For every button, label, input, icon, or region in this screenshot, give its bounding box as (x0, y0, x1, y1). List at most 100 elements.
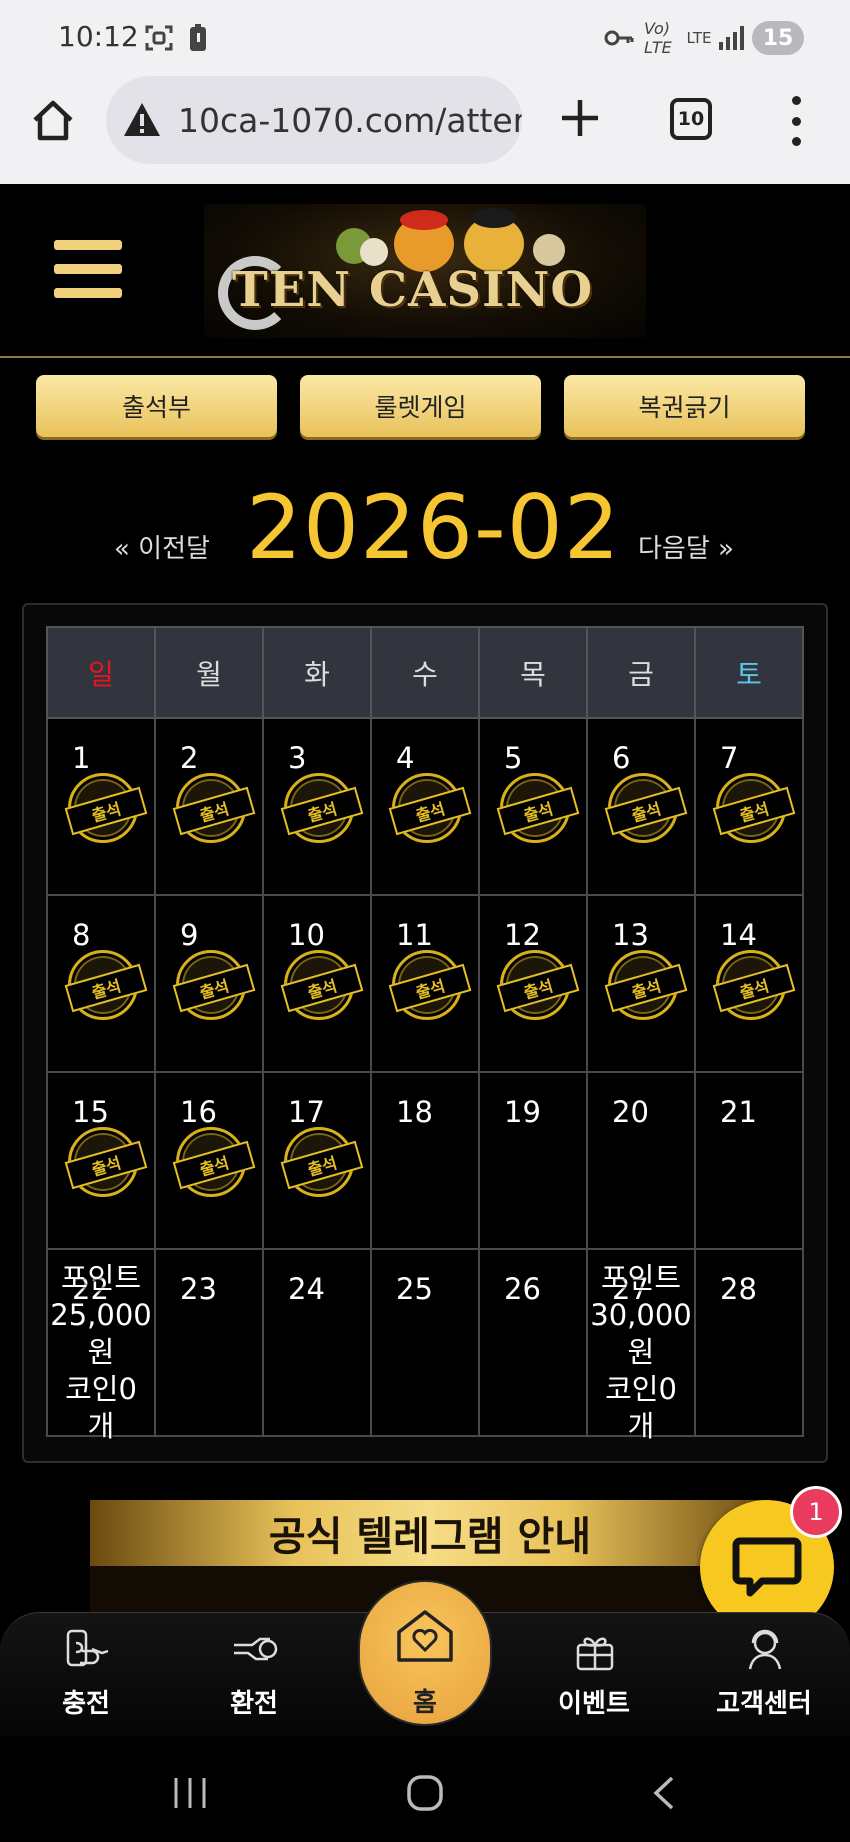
attendance-stamp-icon: 출석 (280, 950, 364, 1020)
day-number: 24 (288, 1272, 325, 1306)
calendar-day-cell[interactable]: 24 (262, 1248, 372, 1437)
attendance-stamp-icon: 출석 (712, 773, 796, 843)
month-title: 2026-02 (246, 476, 621, 579)
calendar-day-cell[interactable]: 27 포인트 30,000 원 코인0 개 (586, 1248, 696, 1443)
calendar-day-cell[interactable]: 17 출석 (262, 1071, 372, 1250)
weekday-header: 금 (586, 626, 696, 719)
battery-level-badge: 15 (752, 21, 804, 55)
calendar-day-cell[interactable]: 13 출석 (586, 894, 696, 1073)
calendar-day-cell[interactable]: 21 (694, 1071, 804, 1250)
hamburger-menu-icon[interactable] (54, 240, 122, 298)
calendar-day-cell[interactable]: 3 출석 (262, 717, 372, 896)
calendar-day-cell[interactable]: 18 (370, 1071, 480, 1250)
day-number: 19 (504, 1095, 541, 1129)
nav-support[interactable]: 고객센터 (704, 1613, 824, 1737)
calendar-day-cell[interactable]: 5 출석 (478, 717, 588, 896)
tab-roulette[interactable]: 룰렛게임 (300, 375, 541, 437)
calendar-day-cell[interactable]: 20 (586, 1071, 696, 1250)
back-button[interactable] (650, 1774, 678, 1812)
stamp-label: 출석 (172, 786, 256, 836)
nav-label: 고객센터 (716, 1689, 812, 1719)
back-chevron-icon (653, 1776, 674, 1810)
attendance-stamp-icon: 출석 (280, 1127, 364, 1197)
system-home-button[interactable] (406, 1774, 444, 1812)
calendar-day-cell[interactable]: 16 출석 (154, 1071, 264, 1250)
home-heart-icon (397, 1610, 453, 1662)
nav-withdraw[interactable]: 환전 (194, 1613, 314, 1737)
reward-line: 원 (627, 1335, 655, 1369)
tab-lottery[interactable]: 복권긁기 (564, 375, 805, 437)
key-icon (604, 24, 634, 52)
calendar-day-cell[interactable]: 23 (154, 1248, 264, 1437)
attendance-stamp-icon: 출석 (172, 950, 256, 1020)
tab-attendance[interactable]: 출석부 (36, 375, 277, 437)
home-icon (33, 100, 73, 141)
stamp-label: 출석 (496, 963, 580, 1013)
warning-icon (124, 103, 160, 136)
calendar-day-cell[interactable]: 19 (478, 1071, 588, 1250)
stamp-label: 출석 (712, 963, 796, 1013)
weekday-header: 화 (262, 626, 372, 719)
calendar-day-cell[interactable]: 28 (694, 1248, 804, 1437)
calendar-day-cell[interactable]: 1 출석 (46, 717, 156, 896)
calendar-day-cell[interactable]: 2 출석 (154, 717, 264, 896)
calendar-day-cell[interactable]: 22 포인트 25,000 원 코인0 개 (46, 1248, 156, 1443)
reward-text: 포인트 30,000 원 코인0 개 (588, 1260, 694, 1445)
day-number: 8 (72, 918, 91, 952)
calendar-day-cell[interactable]: 11 출석 (370, 894, 480, 1073)
reward-line: 포인트 (60, 1261, 142, 1295)
tab-switcher-button[interactable]: 10 (670, 98, 712, 140)
weekday-header: 목 (478, 626, 588, 719)
day-number: 25 (396, 1272, 433, 1306)
attendance-stamp-icon: 출석 (496, 773, 580, 843)
calendar-day-cell[interactable]: 15 출석 (46, 1071, 156, 1250)
withdraw-icon (234, 1637, 278, 1661)
calendar-day-cell[interactable]: 10 출석 (262, 894, 372, 1073)
day-number: 21 (720, 1095, 757, 1129)
day-number: 17 (288, 1095, 325, 1129)
calendar-day-cell[interactable]: 12 출석 (478, 894, 588, 1073)
plus-icon (562, 100, 598, 136)
prev-month-link[interactable]: « 이전달 (114, 528, 210, 565)
nav-home[interactable]: 홈 (358, 1580, 492, 1726)
recent-apps-icon (174, 1778, 206, 1808)
recent-apps-button[interactable] (170, 1774, 210, 1812)
more-menu-button[interactable] (784, 96, 808, 146)
calendar-day-cell[interactable]: 4 출석 (370, 717, 480, 896)
browser-home-button[interactable] (30, 98, 76, 144)
calendar-day-cell[interactable]: 25 (370, 1248, 480, 1437)
browser-toolbar: 10ca-1070.com/atter 10 (0, 76, 850, 184)
reward-text: 포인트 25,000 원 코인0 개 (48, 1260, 154, 1445)
reward-line: 개 (627, 1409, 655, 1443)
screenshot-icon (144, 24, 174, 52)
stamp-label: 출석 (280, 963, 364, 1013)
url-text: 10ca-1070.com/atter (178, 100, 522, 140)
nav-label: 이벤트 (558, 1689, 630, 1719)
site-logo[interactable]: TEN CASINO (204, 204, 646, 338)
nav-event[interactable]: 이벤트 (534, 1613, 654, 1737)
nav-deposit[interactable]: 충전 (26, 1613, 146, 1737)
nav-label: 환전 (230, 1689, 278, 1719)
calendar-day-cell[interactable]: 6 출석 (586, 717, 696, 896)
next-month-link[interactable]: 다음달 » (638, 528, 734, 565)
calendar-day-cell[interactable]: 7 출석 (694, 717, 804, 896)
new-tab-button[interactable] (556, 94, 604, 142)
reward-line: 코인0 (605, 1372, 677, 1406)
circle-home-icon (407, 1775, 443, 1811)
stamp-label: 출석 (280, 1140, 364, 1190)
weekday-header: 월 (154, 626, 264, 719)
stamp-label: 출석 (388, 963, 472, 1013)
attendance-stamp-icon: 출석 (64, 773, 148, 843)
day-number: 15 (72, 1095, 109, 1129)
calendar-day-cell[interactable]: 8 출석 (46, 894, 156, 1073)
calendar-day-cell[interactable]: 26 (478, 1248, 588, 1437)
stamp-label: 출석 (388, 786, 472, 836)
address-bar[interactable]: 10ca-1070.com/atter (106, 76, 522, 164)
stamp-label: 출석 (280, 786, 364, 836)
calendar-day-cell[interactable]: 9 출석 (154, 894, 264, 1073)
calendar-day-cell[interactable]: 14 출석 (694, 894, 804, 1073)
system-nav-bar (0, 1736, 850, 1842)
attendance-stamp-icon: 출석 (712, 950, 796, 1020)
battery-icon (188, 24, 208, 52)
day-number: 10 (288, 918, 325, 952)
